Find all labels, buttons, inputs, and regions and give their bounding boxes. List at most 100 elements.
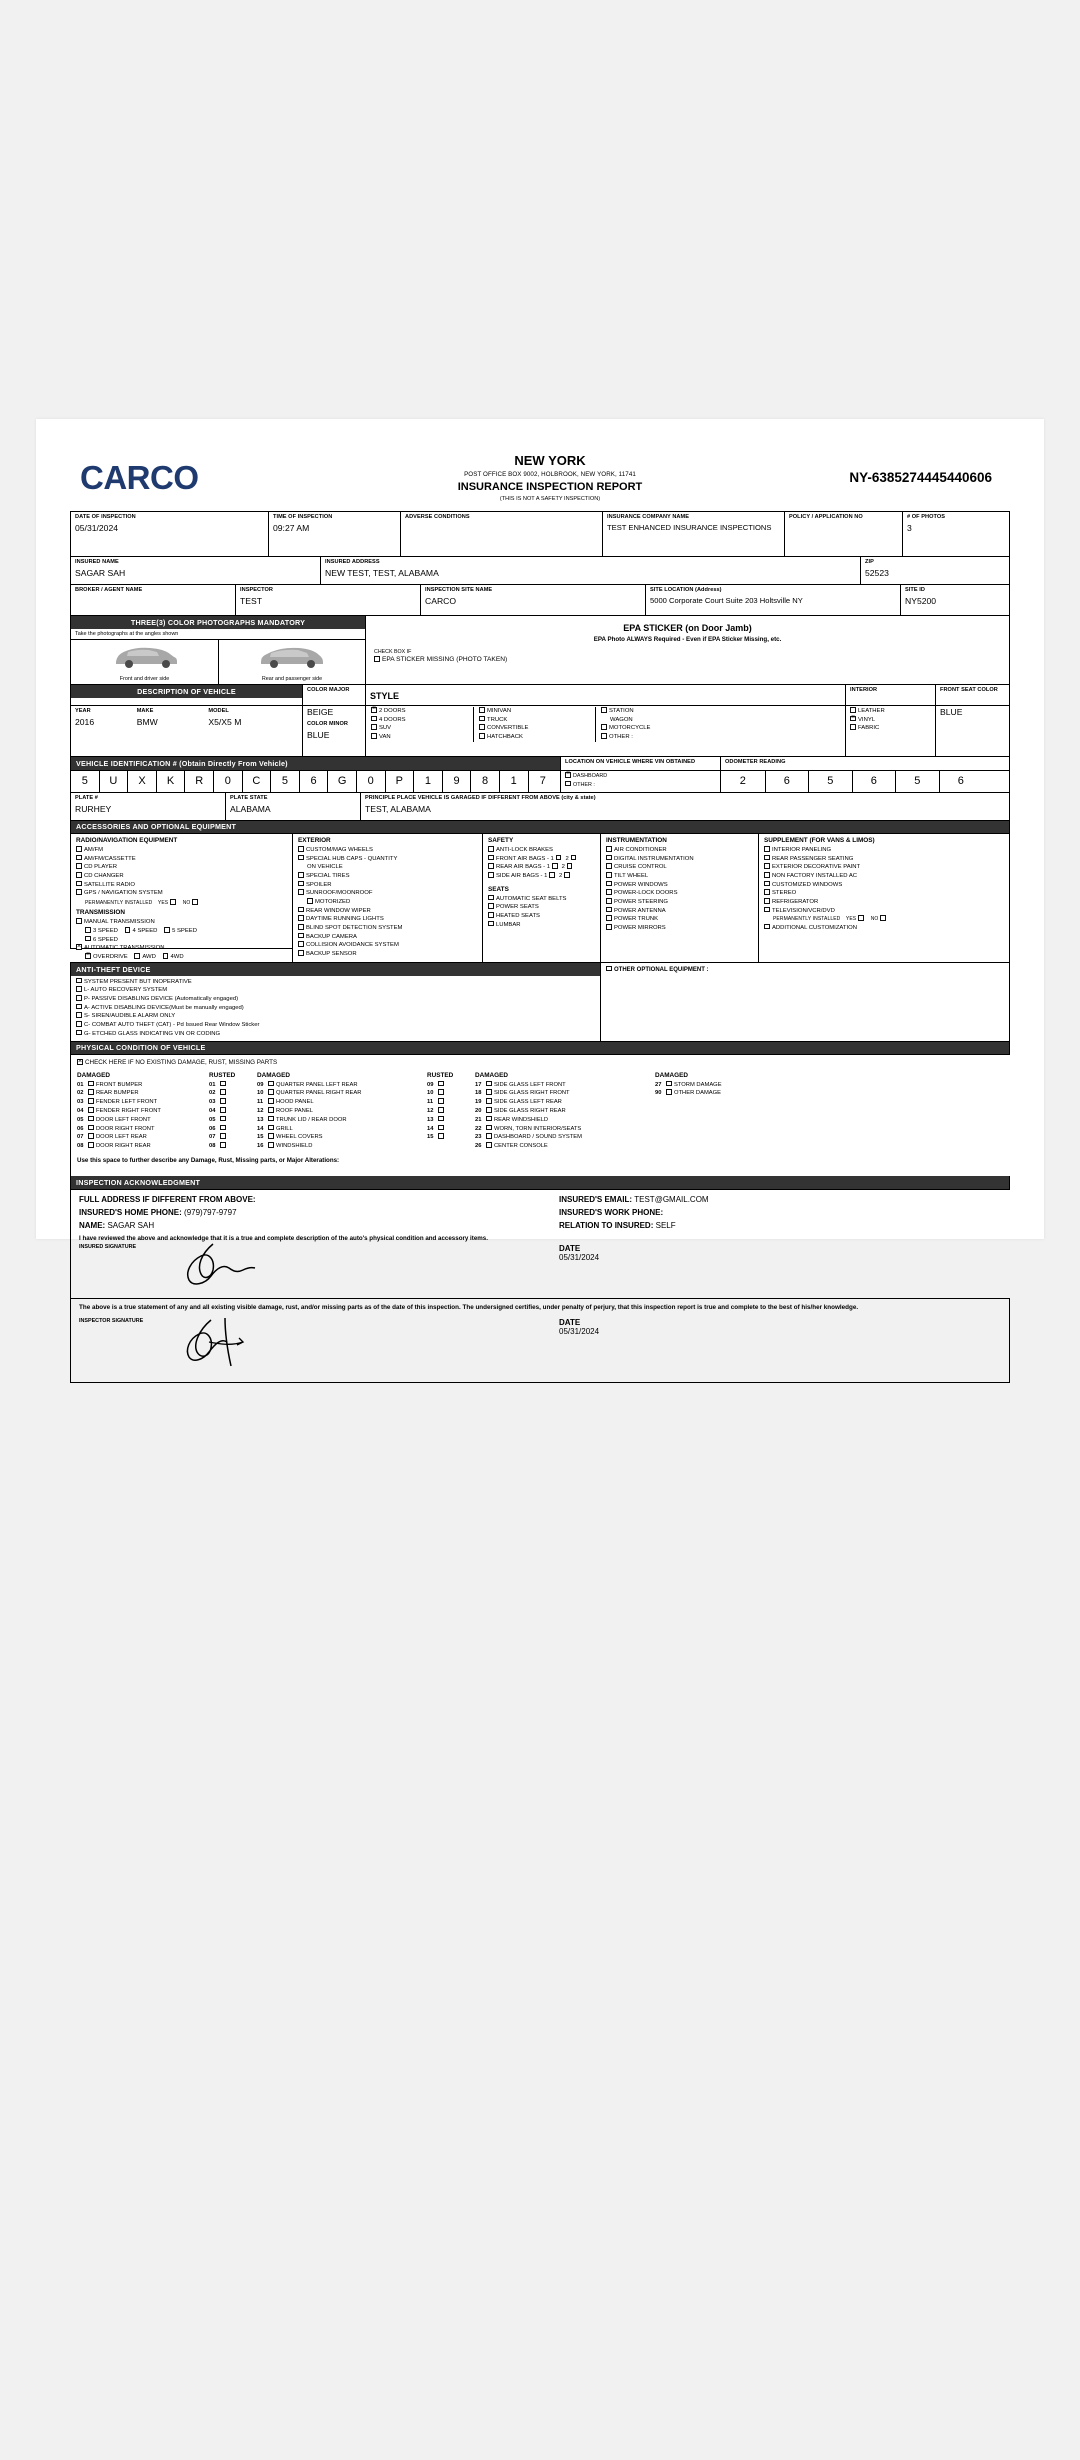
refrigerator-checkbox[interactable] xyxy=(764,898,770,904)
damage-09-checkbox[interactable] xyxy=(268,1080,274,1087)
rear-air-bags-2-checkbox[interactable] xyxy=(566,863,573,869)
damage-10-checkbox[interactable] xyxy=(268,1089,274,1095)
damage-item[interactable]: 27 STORM DAMAGE xyxy=(655,1080,825,1090)
front-air-bags-2-checkbox[interactable] xyxy=(570,854,577,861)
air-conditioner-checkbox[interactable] xyxy=(606,846,612,852)
vin-dashboard-checkbox[interactable] xyxy=(565,771,571,778)
damage-06-checkbox[interactable] xyxy=(88,1124,94,1131)
interior-vinyl-checkbox[interactable] xyxy=(850,714,856,722)
side-air-bags-2-checkbox[interactable] xyxy=(564,872,570,878)
interior-paneling-checkbox[interactable] xyxy=(764,846,770,852)
instrumentation-option[interactable]: AIR CONDITIONER xyxy=(606,846,753,855)
rust-item[interactable]: 02 xyxy=(209,1089,257,1098)
damage-17-checkbox[interactable] xyxy=(486,1080,492,1087)
vin-other-checkbox[interactable] xyxy=(565,780,571,787)
supplement-option[interactable]: ADDITIONAL CUSTOMIZATION xyxy=(764,923,1004,933)
supplement-option[interactable]: REAR PASSENGER SEATING xyxy=(764,854,1004,864)
power-mirrors-checkbox[interactable] xyxy=(606,924,612,930)
gps-navigation-checkbox[interactable] xyxy=(76,889,82,895)
rear-air-bags-1-checkbox[interactable] xyxy=(552,863,558,869)
power-lock-doors-checkbox[interactable] xyxy=(606,889,612,895)
damage-27-checkbox[interactable] xyxy=(666,1080,672,1087)
damage-item[interactable]: 09 QUARTER PANEL LEFT REAR xyxy=(257,1080,427,1090)
damage-item[interactable]: 20 SIDE GLASS RIGHT REAR xyxy=(475,1107,655,1116)
exterior-option[interactable]: SUNROOF/MOONROOF xyxy=(298,889,477,898)
rear-air-bags-checkbox[interactable] xyxy=(488,863,494,869)
damage-item[interactable]: 19 SIDE GLASS LEFT REAR xyxy=(475,1098,655,1107)
damage-05-checkbox[interactable] xyxy=(88,1115,94,1122)
style-station-wagon-checkbox[interactable] xyxy=(601,707,607,713)
instrumentation-option[interactable]: TILT WHEEL xyxy=(606,872,753,881)
amfm-cassette-checkbox[interactable] xyxy=(76,854,82,861)
antitheft-option[interactable]: SYSTEM PRESENT BUT INOPERATIVE xyxy=(76,977,595,987)
exterior-option[interactable]: BLIND SPOT DETECTION SYSTEM xyxy=(298,924,477,933)
supplement-option[interactable]: REFRIGERATOR xyxy=(764,898,1004,907)
damage-03-checkbox[interactable] xyxy=(88,1098,94,1104)
automatic-transmission-option[interactable]: AUTOMATIC TRANSMISSION xyxy=(76,943,287,953)
damage-01-checkbox[interactable] xyxy=(88,1080,94,1087)
manual-transmission-option[interactable]: MANUAL TRANSMISSION xyxy=(76,918,287,927)
damage-item[interactable]: 11 HOOD PANEL xyxy=(257,1098,427,1107)
amfm-checkbox[interactable] xyxy=(76,846,82,852)
damage-item[interactable]: 17 SIDE GLASS LEFT FRONT xyxy=(475,1080,655,1090)
inspector-signature-area[interactable]: INSPECTOR SIGNATURE xyxy=(79,1317,559,1376)
lumbar-checkbox[interactable] xyxy=(488,920,494,927)
satellite-radio-checkbox[interactable] xyxy=(76,880,82,887)
rust-item[interactable]: 15 xyxy=(427,1133,475,1142)
radio-option[interactable]: CD CHANGER xyxy=(76,872,287,881)
seats-option[interactable]: AUTOMATIC SEAT BELTS xyxy=(488,894,595,904)
damage-16-checkbox[interactable] xyxy=(268,1142,274,1148)
damage-item[interactable]: 02 REAR BUMPER xyxy=(77,1089,209,1098)
rust-03-checkbox[interactable] xyxy=(220,1098,226,1104)
style-minivan-checkbox[interactable] xyxy=(479,707,485,713)
speed-6-checkbox[interactable] xyxy=(85,935,91,942)
rust-05-checkbox[interactable] xyxy=(220,1115,226,1122)
rust-09-checkbox[interactable] xyxy=(438,1080,444,1087)
damage-item[interactable]: 12 ROOF PANEL xyxy=(257,1107,427,1116)
active-disabling-checkbox[interactable] xyxy=(76,1003,82,1010)
instrumentation-option[interactable]: POWER ANTENNA xyxy=(606,906,753,916)
damage-item[interactable]: 04 FENDER RIGHT FRONT xyxy=(77,1107,209,1116)
interior-option[interactable]: LEATHER xyxy=(850,707,931,716)
exterior-option[interactable]: SPECIAL TIRES xyxy=(298,872,477,881)
damage-item[interactable]: 16 WINDSHIELD xyxy=(257,1142,427,1151)
rust-08-checkbox[interactable] xyxy=(220,1142,226,1148)
damage-13-checkbox[interactable] xyxy=(268,1115,274,1122)
rust-item[interactable]: 14 xyxy=(427,1124,475,1134)
rust-02-checkbox[interactable] xyxy=(220,1089,226,1095)
tilt-wheel-checkbox[interactable] xyxy=(606,872,612,878)
style-option[interactable]: SUV xyxy=(371,724,473,733)
power-antenna-checkbox[interactable] xyxy=(606,906,612,913)
cd-changer-checkbox[interactable] xyxy=(76,872,82,878)
damage-18-checkbox[interactable] xyxy=(486,1089,492,1095)
motorized-checkbox[interactable] xyxy=(307,898,313,904)
exterior-option[interactable]: CUSTOM/MAG WHEELS xyxy=(298,846,477,855)
instrumentation-option[interactable]: POWER TRUNK xyxy=(606,915,753,924)
stereo-checkbox[interactable] xyxy=(764,889,770,895)
rust-06-checkbox[interactable] xyxy=(220,1124,226,1131)
rust-item[interactable]: 06 xyxy=(209,1124,257,1134)
instrumentation-option[interactable]: CRUISE CONTROL xyxy=(606,863,753,872)
antitheft-option[interactable]: L- AUTO RECOVERY SYSTEM xyxy=(76,986,595,995)
damage-item[interactable]: 10 QUARTER PANEL RIGHT REAR xyxy=(257,1089,427,1098)
rear-window-wiper-checkbox[interactable] xyxy=(298,906,304,913)
siren-alarm-checkbox[interactable] xyxy=(76,1012,82,1018)
speed-5-checkbox[interactable] xyxy=(164,927,170,933)
style-option[interactable]: MINIVAN xyxy=(479,707,595,716)
damage-21-checkbox[interactable] xyxy=(486,1115,492,1122)
system-inoperative-checkbox[interactable] xyxy=(76,977,82,984)
damage-item[interactable]: 15 WHEEL COVERS xyxy=(257,1133,427,1142)
interior-leather-checkbox[interactable] xyxy=(850,707,856,713)
damage-26-checkbox[interactable] xyxy=(486,1142,492,1148)
style-van-checkbox[interactable] xyxy=(371,733,377,739)
epa-missing-option[interactable]: EPA STICKER MISSING (PHOTO TAKEN) xyxy=(374,656,1001,663)
damage-22-checkbox[interactable] xyxy=(486,1124,492,1131)
style-option[interactable]: MOTORCYCLE xyxy=(601,724,716,733)
power-windows-checkbox[interactable] xyxy=(606,880,612,887)
damage-item[interactable]: 21 REAR WINDSHIELD xyxy=(475,1115,655,1125)
rust-14-checkbox[interactable] xyxy=(438,1124,444,1131)
fourwd-checkbox[interactable] xyxy=(162,953,169,959)
rust-12-checkbox[interactable] xyxy=(438,1107,444,1113)
antitheft-option[interactable]: S- SIREN/AUDIBLE ALARM ONLY xyxy=(76,1012,595,1021)
rust-item[interactable]: 11 xyxy=(427,1098,475,1107)
